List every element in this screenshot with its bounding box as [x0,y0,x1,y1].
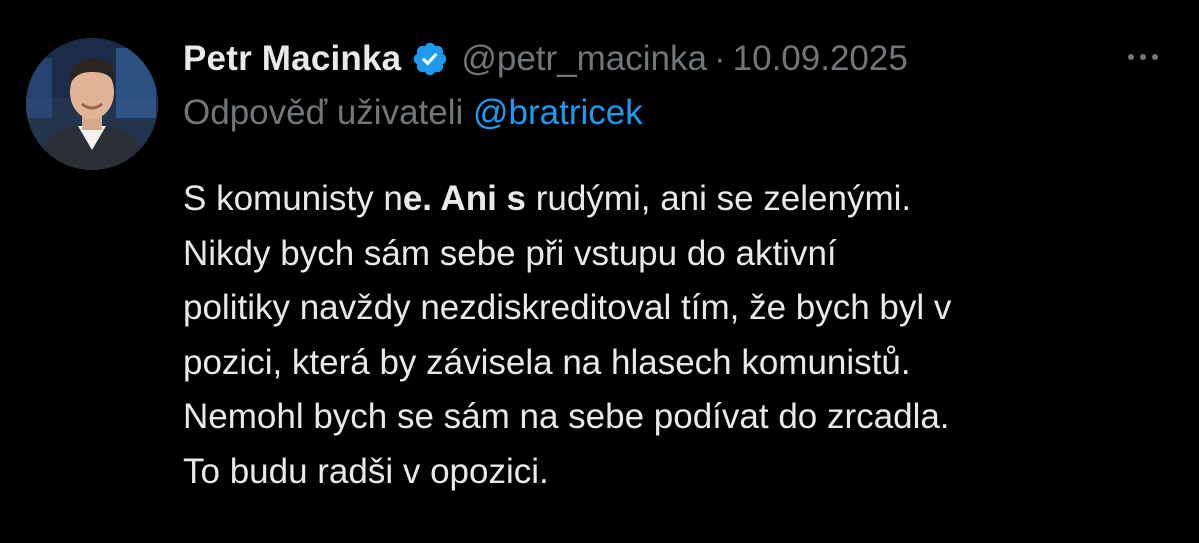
verified-badge-icon [411,40,449,78]
tweet-text-line-1: S komunisty ne. Ani s rudými, ani se zel… [183,172,1173,227]
avatar[interactable] [26,38,158,170]
text-segment: S komunisty n [183,179,403,218]
author-handle[interactable]: @petr_macinka [461,39,707,79]
tweet-text-line-6: To budu radši v opozici. [183,451,549,491]
tweet-date[interactable]: 10.09.2025 [733,39,908,79]
tweet-text-line-5: Nemohl bych se sám na sebe podívat do zr… [183,397,950,436]
reply-prefix: Odpověď uživateli [183,93,473,132]
tweet-text: S komunisty ne. Ani s rudými, ani se zel… [183,172,1173,499]
tweet-text-line-2: Nikdy bych sám sebe při vstupu do aktivn… [183,233,837,273]
text-segment: rudými, ani se zelenými. [526,179,912,218]
reply-mention-link[interactable]: @bratricek [473,93,643,132]
reply-context: Odpověď uživateli @bratricek [183,93,643,133]
more-horizontal-icon[interactable] [1124,42,1162,72]
avatar-image [26,38,158,170]
tweet-text-line-4: pozici, která by závisela na hlasech kom… [183,342,911,382]
tweet-text-line-3: politiky navždy nezdiskreditoval tím, že… [183,288,952,327]
tweet[interactable]: Petr Macinka @petr_macinka · 10.09.2025 … [0,0,1199,543]
tweet-header: Petr Macinka @petr_macinka · 10.09.2025 [183,34,908,84]
separator-dot: · [713,39,726,78]
author-name[interactable]: Petr Macinka [183,39,401,79]
bold-text-segment: e. Ani s [402,179,526,218]
